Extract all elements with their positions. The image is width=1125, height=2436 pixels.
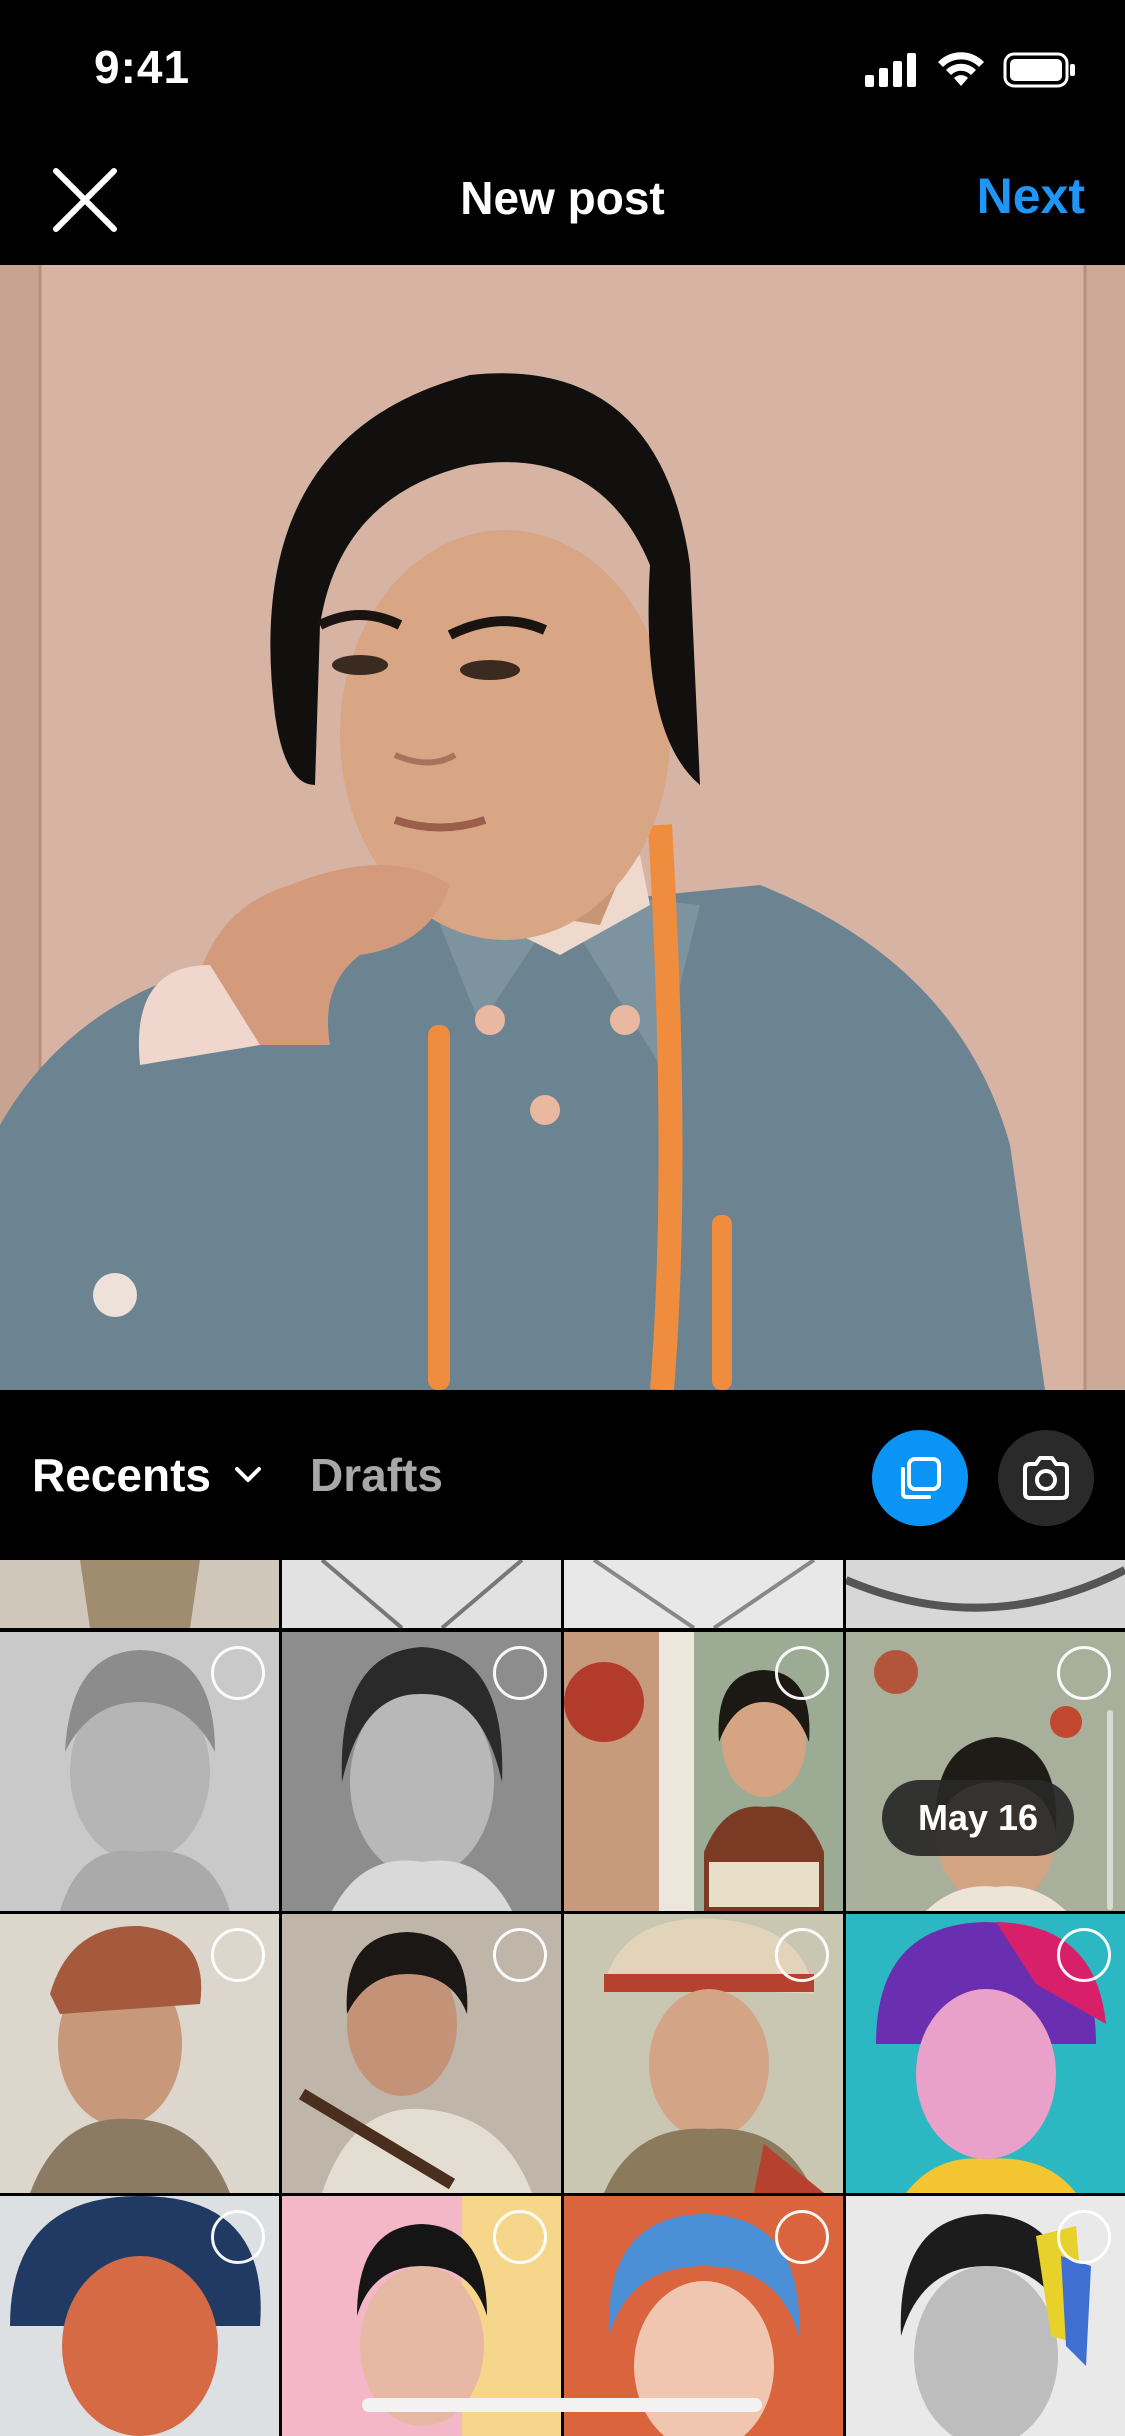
- home-indicator[interactable]: [362, 2398, 762, 2412]
- photo-thumbnail[interactable]: [846, 1632, 1125, 1911]
- cellular-signal-icon: [865, 53, 916, 87]
- preview-illustration: [0, 265, 1125, 1390]
- select-circle[interactable]: [211, 1646, 265, 1700]
- photo-thumbnail[interactable]: [282, 1560, 561, 1628]
- header: New post Next: [0, 135, 1125, 265]
- select-circle[interactable]: [1057, 2210, 1111, 2264]
- select-circle[interactable]: [775, 1646, 829, 1700]
- next-button[interactable]: Next: [977, 167, 1085, 225]
- select-circle[interactable]: [211, 1928, 265, 1982]
- gallery-controls: Recents Drafts: [0, 1390, 1125, 1560]
- status-bar: 9:41: [0, 0, 1125, 135]
- battery-icon: [1003, 52, 1075, 88]
- select-circle[interactable]: [1057, 1646, 1111, 1700]
- photo-thumbnail[interactable]: [846, 2196, 1125, 2436]
- select-circle[interactable]: [775, 1928, 829, 1982]
- photo-thumbnail[interactable]: [0, 2196, 279, 2436]
- photo-thumbnail[interactable]: [0, 1914, 279, 2193]
- select-circle[interactable]: [775, 2210, 829, 2264]
- recents-dropdown[interactable]: Recents: [32, 1448, 263, 1502]
- photo-grid: [0, 1560, 1125, 2436]
- drafts-tab[interactable]: Drafts: [310, 1448, 443, 1502]
- page-title: New post: [460, 172, 665, 224]
- photo-thumbnail[interactable]: [0, 1632, 279, 1911]
- photo-thumbnail[interactable]: [564, 1914, 843, 2193]
- multi-select-button[interactable]: [872, 1430, 968, 1526]
- scroll-indicator[interactable]: [1107, 1710, 1113, 1910]
- camera-button[interactable]: [998, 1430, 1094, 1526]
- photo-thumbnail[interactable]: [0, 1560, 279, 1628]
- recents-label: Recents: [32, 1449, 211, 1501]
- selected-photo-preview[interactable]: [0, 265, 1125, 1390]
- select-circle[interactable]: [493, 1646, 547, 1700]
- select-circle[interactable]: [211, 2210, 265, 2264]
- multi-select-icon: [901, 1457, 941, 1499]
- photo-thumbnail[interactable]: [282, 1914, 561, 2193]
- date-scrubber-label: May 16: [882, 1780, 1075, 1856]
- photo-thumbnail[interactable]: [564, 1632, 843, 1911]
- photo-thumbnail[interactable]: [564, 1560, 843, 1628]
- wifi-icon: [938, 52, 984, 86]
- camera-icon: [1023, 1456, 1069, 1500]
- status-time: 9:41: [94, 41, 191, 93]
- select-circle[interactable]: [1057, 1928, 1111, 1982]
- select-circle[interactable]: [493, 1928, 547, 1982]
- photo-thumbnail[interactable]: [846, 1914, 1125, 2193]
- chevron-down-icon: [234, 1467, 261, 1482]
- select-circle[interactable]: [493, 2210, 547, 2264]
- photo-thumbnail[interactable]: [282, 1632, 561, 1911]
- photo-thumbnail[interactable]: [846, 1560, 1125, 1628]
- status-icons: [865, 52, 1077, 88]
